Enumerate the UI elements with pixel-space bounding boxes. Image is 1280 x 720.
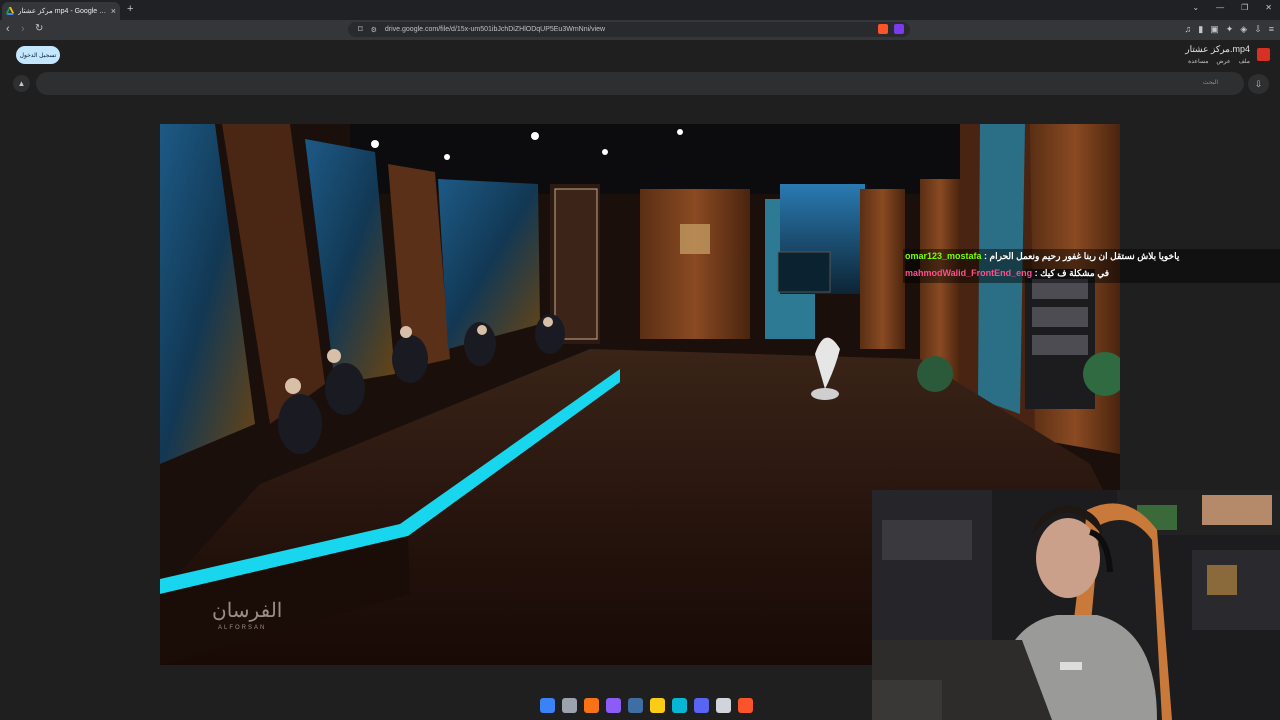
media-icon[interactable]: ♫ <box>1185 24 1192 35</box>
app-icon[interactable] <box>584 698 599 713</box>
file-menu: ملف عرض مساعدة <box>1188 58 1250 65</box>
video-file-icon <box>1257 48 1270 61</box>
restore-icon[interactable]: ❐ <box>1241 3 1248 12</box>
brave-icon[interactable] <box>738 698 753 713</box>
close-window-icon[interactable]: ✕ <box>1265 3 1272 12</box>
tab-title: مركز عشتار mp4 - Google Drive <box>18 8 107 15</box>
brave-rewards-icon[interactable] <box>894 24 904 34</box>
file-title: مركز عشتار.mp4 <box>1185 44 1250 54</box>
taskbar <box>540 698 753 713</box>
forward-icon[interactable]: › <box>21 23 25 35</box>
channel-watermark-latin: ALFORSAN <box>218 625 267 631</box>
webcam-frame <box>872 490 1280 720</box>
brave-shields-icon[interactable] <box>878 24 888 34</box>
tab-drive[interactable]: مركز عشتار mp4 - Google Drive × <box>2 2 120 20</box>
minimize-icon[interactable]: — <box>1216 3 1224 12</box>
navigation-bar: ‹ › ↻ ⌑ ⚙ drive.google.com/file/d/15x-um… <box>0 20 1280 40</box>
vpn-icon[interactable]: ◈ <box>1240 24 1247 35</box>
wallet-icon[interactable]: ▣ <box>1210 24 1219 35</box>
app-icon[interactable] <box>672 698 687 713</box>
menu-view[interactable]: عرض <box>1216 58 1230 65</box>
chat-text: ياخويا بلاش نستقل ان ربنا غفور رحيم ونعم… <box>989 251 1180 261</box>
leo-icon[interactable]: ✦ <box>1226 24 1234 35</box>
sidebar-icon[interactable]: ▮ <box>1198 24 1203 35</box>
chat-username: mahmodWalid_FrontEnd_eng <box>905 268 1033 278</box>
bookmark-icon[interactable]: ⌑ <box>358 24 363 35</box>
search-input[interactable]: البحث <box>1203 79 1218 86</box>
chat-message: omar123_mostafa : ياخويا بلاش نستقل ان ر… <box>905 251 1179 262</box>
steam-icon[interactable] <box>628 698 643 713</box>
chat-separator: : <box>1032 268 1041 278</box>
reload-icon[interactable]: ↻ <box>35 23 43 34</box>
file-explorer-icon[interactable] <box>650 698 665 713</box>
app-icon[interactable] <box>716 698 731 713</box>
menu-help[interactable]: مساعدة <box>1188 58 1208 65</box>
task-view-icon[interactable] <box>562 698 577 713</box>
app-icon[interactable] <box>606 698 621 713</box>
close-tab-icon[interactable]: × <box>111 6 116 16</box>
url-text: drive.google.com/file/d/15x-um501ibJchDi… <box>384 26 606 33</box>
chat-separator: : <box>981 251 990 261</box>
downloads-icon[interactable]: ⇩ <box>1254 24 1262 35</box>
chat-overlay: omar123_mostafa : ياخويا بلاش نستقل ان ر… <box>903 249 1280 283</box>
chat-message: mahmodWalid_FrontEnd_eng : في مشكلة ف كي… <box>905 268 1109 279</box>
back-icon[interactable]: ‹ <box>6 23 10 35</box>
chevron-up-icon[interactable]: ▲ <box>13 75 30 92</box>
address-bar[interactable]: ⌑ ⚙ drive.google.com/file/d/15x-um501ibJ… <box>348 22 910 37</box>
windows-start-icon[interactable] <box>540 698 555 713</box>
new-tab-button[interactable]: + <box>127 3 133 15</box>
chat-text: في مشكلة ف كيك <box>1040 268 1110 278</box>
menu-icon[interactable]: ≡ <box>1269 24 1274 35</box>
sign-in-button[interactable]: تسجيل الدخول <box>16 46 60 64</box>
webcam-overlay <box>872 490 1280 720</box>
tab-search-icon[interactable]: ⌄ <box>1192 3 1199 12</box>
download-icon[interactable]: ⇩ <box>1248 74 1269 94</box>
tab-strip: مركز عشتار mp4 - Google Drive × + ⌄ — ❐ … <box>0 0 1280 20</box>
menu-file[interactable]: ملف <box>1239 58 1250 65</box>
chat-username: omar123_mostafa <box>905 251 982 261</box>
drive-header <box>0 40 1280 71</box>
channel-watermark: الفرسان <box>212 598 283 622</box>
discord-icon[interactable] <box>694 698 709 713</box>
search-bar[interactable] <box>36 72 1244 95</box>
site-info-icon[interactable]: ⚙ <box>371 26 377 34</box>
google-drive-icon <box>6 7 14 15</box>
